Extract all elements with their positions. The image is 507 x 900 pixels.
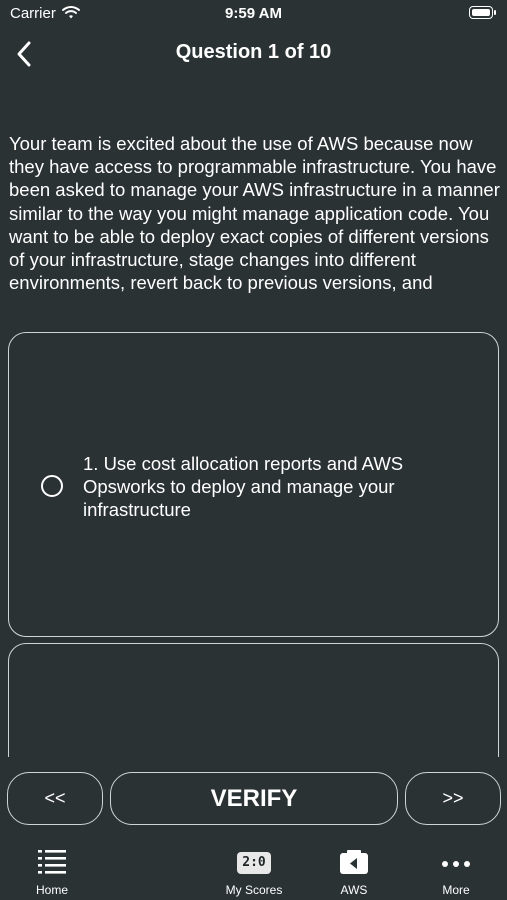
battery-icon <box>469 6 497 19</box>
more-dots-icon <box>441 856 471 874</box>
tab-more-label: More <box>442 883 470 897</box>
options-list[interactable]: 1. Use cost allocation reports and AWS O… <box>0 332 507 757</box>
verify-button[interactable]: VERIFY <box>110 772 398 825</box>
score-badge: 2:0 <box>237 852 271 874</box>
page-title: Question 1 of 10 <box>175 41 332 63</box>
tab-aws[interactable]: AWS <box>304 840 404 900</box>
scoreboard-icon: 2:0 <box>237 852 271 874</box>
status-bar: Carrier 9:59 AM <box>0 0 507 30</box>
tab-my-scores-label: My Scores <box>225 883 283 897</box>
answer-option-1[interactable]: 1. Use cost allocation reports and AWS O… <box>8 332 499 637</box>
question-controls: << VERIFY >> <box>0 772 507 826</box>
previous-question-button[interactable]: << <box>7 772 103 825</box>
answer-option-label: 1. Use cost allocation reports and AWS O… <box>83 453 404 521</box>
radio-button[interactable] <box>41 475 63 497</box>
tab-home[interactable]: Home <box>2 840 102 900</box>
tab-more[interactable]: More <box>406 840 506 900</box>
folder-back-icon <box>339 849 369 880</box>
answer-option-2[interactable] <box>8 643 499 757</box>
tab-aws-label: AWS <box>340 883 368 897</box>
list-icon <box>37 847 67 882</box>
next-question-button[interactable]: >> <box>405 772 501 825</box>
tab-home-label: Home <box>35 883 68 897</box>
clock: 9:59 AM <box>225 5 282 22</box>
tab-bar: Home 2:0 My Scores AWS More <box>0 840 507 900</box>
tab-my-scores[interactable]: 2:0 My Scores <box>204 840 304 900</box>
question-text[interactable]: Your team is excited about the use of AW… <box>9 132 501 318</box>
navigation-bar: Question 1 of 10 <box>0 32 507 76</box>
